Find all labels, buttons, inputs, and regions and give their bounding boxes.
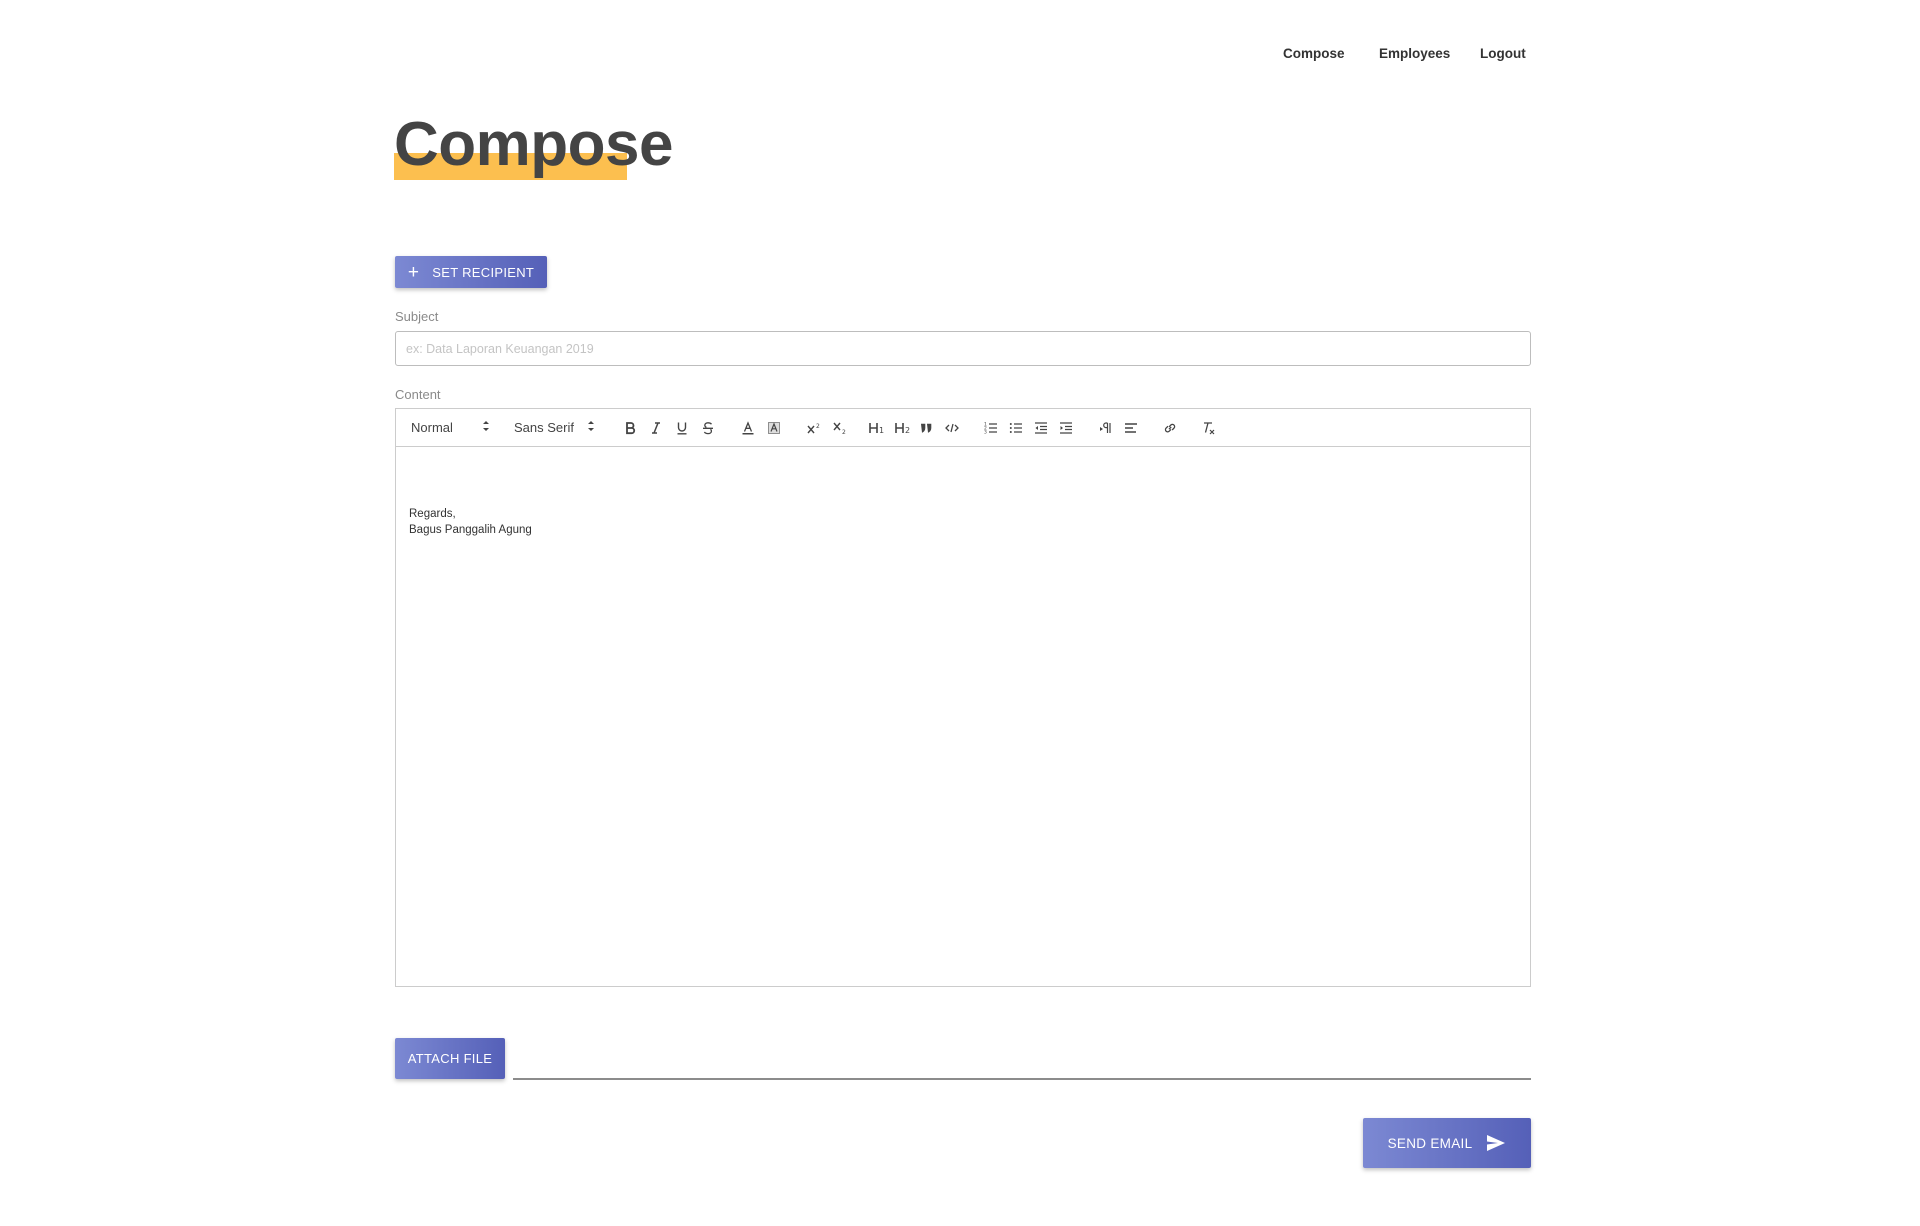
blockquote-icon[interactable] xyxy=(916,409,936,446)
strike-icon[interactable] xyxy=(698,409,718,446)
page-title-wrap: Compose xyxy=(394,110,673,186)
font-picker-label: Sans Serif xyxy=(514,419,574,435)
text-color-icon[interactable] xyxy=(738,409,758,446)
nav-compose[interactable]: Compose xyxy=(1283,46,1345,61)
header-1-icon[interactable]: 1 xyxy=(866,409,888,446)
header-picker[interactable]: Normal xyxy=(411,418,490,436)
svg-text:3: 3 xyxy=(984,429,987,435)
indent-icon[interactable] xyxy=(1056,409,1076,446)
superscript-icon[interactable]: 2 xyxy=(803,409,825,446)
clean-format-icon[interactable] xyxy=(1199,409,1219,446)
subject-input[interactable] xyxy=(395,331,1531,366)
bold-icon[interactable] xyxy=(620,409,640,446)
header-picker-label: Normal xyxy=(411,419,453,435)
send-icon xyxy=(1487,1135,1506,1151)
editor-body[interactable]: Regards, Bagus Panggalih Agung xyxy=(409,506,532,538)
send-email-label: SEND EMAIL xyxy=(1387,1135,1473,1151)
set-recipient-button[interactable]: + SET RECIPIENT xyxy=(395,256,547,288)
underline-icon[interactable] xyxy=(672,409,692,446)
align-icon[interactable] xyxy=(1121,409,1141,446)
rtl-direction-icon[interactable] xyxy=(1096,409,1116,446)
picker-arrows-icon xyxy=(588,421,594,431)
content-editor: Normal Sans Serif 2 2 1 2 123 Regards, B… xyxy=(395,408,1531,987)
body-line-regards: Regards, xyxy=(409,508,456,520)
attach-file-label: ATTACH FILE xyxy=(407,1051,493,1066)
attached-file-field[interactable] xyxy=(513,1078,1531,1080)
set-recipient-label: SET RECIPIENT xyxy=(432,264,535,280)
body-line-signature: Bagus Panggalih Agung xyxy=(409,524,532,536)
svg-text:2: 2 xyxy=(842,429,846,435)
editor-toolbar: Normal Sans Serif 2 2 1 2 123 xyxy=(396,409,1530,447)
code-icon[interactable] xyxy=(942,409,962,446)
send-email-button[interactable]: SEND EMAIL xyxy=(1363,1118,1531,1168)
italic-icon[interactable] xyxy=(646,409,666,446)
subject-label: Subject xyxy=(395,309,439,324)
plus-icon: + xyxy=(407,261,420,283)
svg-text:1: 1 xyxy=(879,426,884,435)
content-label: Content xyxy=(395,387,441,402)
svg-text:2: 2 xyxy=(816,423,820,430)
background-color-icon[interactable] xyxy=(764,409,784,446)
top-nav: Compose Employees Logout xyxy=(1283,46,1583,66)
subscript-icon[interactable]: 2 xyxy=(829,409,851,446)
svg-text:2: 2 xyxy=(905,426,910,435)
picker-arrows-icon xyxy=(483,421,489,431)
font-picker[interactable]: Sans Serif xyxy=(514,418,595,436)
page-title: Compose xyxy=(394,110,673,179)
nav-employees[interactable]: Employees xyxy=(1379,46,1450,61)
link-icon[interactable] xyxy=(1160,409,1180,446)
bullet-list-icon[interactable] xyxy=(1006,409,1026,446)
header-2-icon[interactable]: 2 xyxy=(892,409,914,446)
ordered-list-icon[interactable]: 123 xyxy=(981,409,1001,446)
outdent-icon[interactable] xyxy=(1031,409,1051,446)
nav-logout[interactable]: Logout xyxy=(1480,46,1526,61)
attach-file-button[interactable]: ATTACH FILE xyxy=(395,1038,505,1079)
